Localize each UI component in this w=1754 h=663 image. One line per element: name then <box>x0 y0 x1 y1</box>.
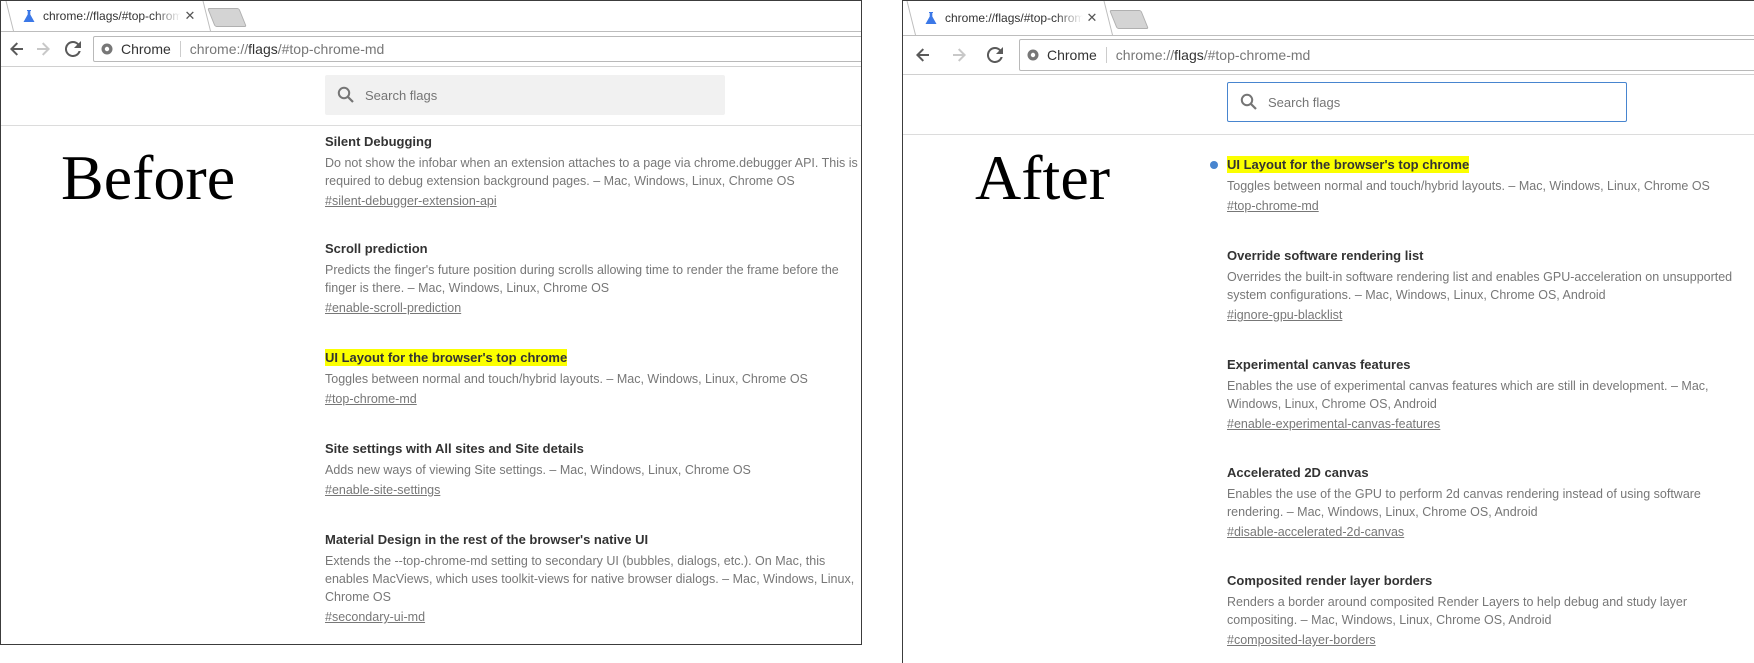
flag-anchor-link[interactable]: #top-chrome-md <box>1227 198 1319 214</box>
tab-close-icon[interactable]: ✕ <box>1085 10 1099 26</box>
flag-description: Renders a border around composited Rende… <box>1227 595 1688 627</box>
modified-dot-icon <box>1210 161 1218 169</box>
flag-description: Toggles between normal and touch/hybrid … <box>1227 179 1710 193</box>
new-tab-button[interactable] <box>1109 10 1149 29</box>
flag-anchor-link[interactable]: #top-chrome-md <box>325 391 417 407</box>
url-text: chrome://flags/#top-chrome-md <box>1115 47 1311 63</box>
flag-description: Extends the --top-chrome-md setting to s… <box>325 554 855 604</box>
toolbar: Chrome chrome://flags/#top-chrome-md <box>1 32 861 67</box>
flag-description: Adds new ways of viewing Site settings. … <box>325 463 751 477</box>
flag-item: Composited render layer borders Renders … <box>1227 572 1747 649</box>
flag-item: Silent Debugging Do not show the infobar… <box>325 133 861 210</box>
search-header <box>903 75 1754 135</box>
search-header <box>1 67 861 126</box>
origin-chip: Chrome <box>1047 47 1107 63</box>
forward-arrow-icon <box>953 48 966 62</box>
flag-title: Scroll prediction <box>325 241 428 256</box>
tab-close-icon[interactable]: ✕ <box>183 8 197 24</box>
flag-title: Composited render layer borders <box>1227 573 1433 588</box>
flag-description: Enables the use of the GPU to perform 2d… <box>1227 487 1701 519</box>
search-box[interactable] <box>325 75 725 115</box>
flag-item: UI Layout for the browser's top chrome T… <box>325 349 861 408</box>
search-box[interactable] <box>1227 82 1627 122</box>
flag-description: Toggles between normal and touch/hybrid … <box>325 372 808 386</box>
omnibox[interactable]: Chrome chrome://flags/#top-chrome-md <box>1019 39 1754 71</box>
flask-icon <box>925 11 937 24</box>
omnibox[interactable]: Chrome chrome://flags/#top-chrome-md <box>93 36 861 62</box>
tab-strip: chrome://flags/#top-chrome-md ✕ <box>1 1 861 32</box>
flag-anchor-link[interactable]: #silent-debugger-extension-api <box>325 193 497 209</box>
origin-chip: Chrome <box>121 41 181 57</box>
flag-anchor-link[interactable]: #composited-layer-borders <box>1227 632 1376 648</box>
flag-title: Experimental canvas features <box>1227 357 1411 372</box>
search-icon <box>337 86 354 103</box>
forward-button[interactable] <box>31 37 55 61</box>
flag-item: Accelerated 2D canvas Enables the use of… <box>1227 464 1747 541</box>
before-label: Before <box>61 142 236 213</box>
back-button[interactable] <box>911 43 935 67</box>
tab-title: chrome://flags/#top-chrome-md <box>43 9 181 23</box>
after-browser-window: chrome://flags/#top-chrome-md ✕ Chrome c… <box>902 0 1754 663</box>
reload-icon <box>987 47 1003 63</box>
toolbar: Chrome chrome://flags/#top-chrome-md <box>903 36 1754 75</box>
flask-icon <box>23 9 35 22</box>
flag-title: Accelerated 2D canvas <box>1227 465 1369 480</box>
flag-item: Scroll prediction Predicts the finger's … <box>325 240 861 317</box>
after-label: After <box>975 142 1111 213</box>
flag-title: Silent Debugging <box>325 134 432 149</box>
flag-title: Material Design in the rest of the brows… <box>325 532 649 547</box>
chrome-page-icon <box>101 43 113 55</box>
new-tab-button[interactable] <box>207 8 247 27</box>
flag-description: Overrides the built-in software renderin… <box>1227 270 1733 302</box>
forward-button[interactable] <box>947 43 971 67</box>
forward-arrow-icon <box>37 42 50 56</box>
flag-item: Override software rendering list Overrid… <box>1227 247 1747 324</box>
reload-button[interactable] <box>983 43 1007 67</box>
flag-title: Override software rendering list <box>1227 248 1424 263</box>
flag-item: Site settings with All sites and Site de… <box>325 440 861 499</box>
back-arrow-icon <box>916 48 929 62</box>
flag-description: Predicts the finger's future position du… <box>325 263 839 295</box>
reload-button[interactable] <box>61 37 85 61</box>
reload-icon <box>65 41 81 57</box>
back-button[interactable] <box>5 37 29 61</box>
flag-item: Experimental canvas features Enables the… <box>1227 356 1747 433</box>
flag-title-highlighted: UI Layout for the browser's top chrome <box>325 349 568 366</box>
search-icon <box>1240 93 1257 110</box>
flag-anchor-link[interactable]: #disable-accelerated-2d-canvas <box>1227 524 1404 540</box>
before-browser-window: chrome://flags/#top-chrome-md ✕ Chrome c… <box>0 0 862 645</box>
flag-item: Material Design in the rest of the brows… <box>325 531 861 626</box>
flag-title: Site settings with All sites and Site de… <box>325 441 584 456</box>
flag-anchor-link[interactable]: #ignore-gpu-blacklist <box>1227 307 1342 323</box>
flag-item: UI Layout for the browser's top chrome T… <box>1210 156 1747 215</box>
search-input[interactable] <box>363 86 697 104</box>
tab-strip: chrome://flags/#top-chrome-md ✕ <box>903 1 1754 36</box>
url-text: chrome://flags/#top-chrome-md <box>189 41 385 57</box>
flag-anchor-link[interactable]: #secondary-ui-md <box>325 609 425 625</box>
flag-title-highlighted: UI Layout for the browser's top chrome <box>1227 156 1470 173</box>
back-arrow-icon <box>10 42 23 56</box>
search-input[interactable] <box>1266 93 1600 111</box>
flag-anchor-link[interactable]: #enable-site-settings <box>325 482 440 498</box>
flag-anchor-link[interactable]: #enable-experimental-canvas-features <box>1227 416 1440 432</box>
flag-description: Enables the use of experimental canvas f… <box>1227 379 1709 411</box>
chrome-page-icon <box>1027 49 1039 61</box>
tab-title: chrome://flags/#top-chrome-md <box>945 11 1083 25</box>
flag-description: Do not show the infobar when an extensio… <box>325 156 858 188</box>
flag-anchor-link[interactable]: #enable-scroll-prediction <box>325 300 461 316</box>
